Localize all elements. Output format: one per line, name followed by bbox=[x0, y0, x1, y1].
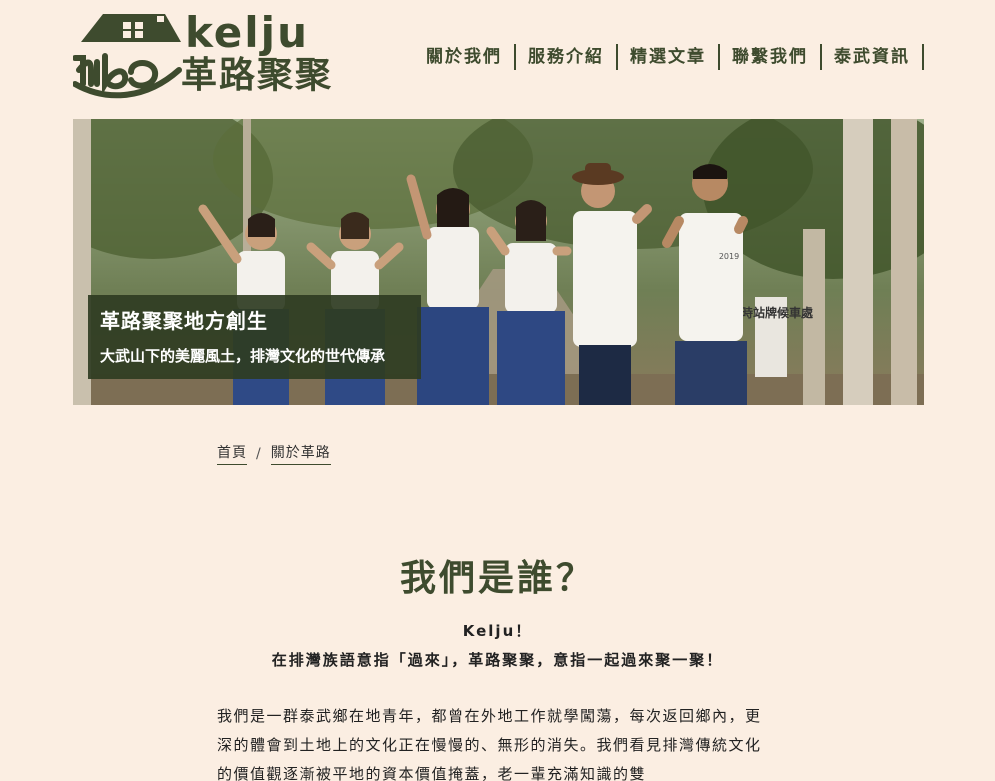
nav-item-articles[interactable]: 精選文章 bbox=[618, 44, 720, 70]
section-tagline-secondary: 在排灣族語意指「過來」，革路聚聚，意指一起過來聚一聚！ bbox=[271, 651, 724, 669]
nav-item-contact[interactable]: 聯繫我們 bbox=[720, 44, 822, 70]
breadcrumb: 首頁 / 關於革路 bbox=[217, 442, 331, 465]
site-logo[interactable]: kelju 革路聚聚 bbox=[73, 10, 333, 100]
main-nav: 關於我們 服務介紹 精選文章 聯繫我們 泰武資訊 bbox=[414, 44, 924, 70]
logo-name: 革路聚聚 bbox=[181, 55, 334, 96]
section-body-text: 我們是一群泰武鄉在地青年，都曾在外地工作就學闖蕩，每次返回鄉內，更深的體會到土地… bbox=[217, 707, 762, 781]
nav-item-taiwu-info[interactable]: 泰武資訊 bbox=[822, 44, 924, 70]
page: kelju 革路聚聚 關於我們 服務介紹 精選文章 聯繫我們 泰武資訊 臨時站牌… bbox=[0, 0, 995, 781]
hero-caption: 革路聚聚地方創生 大武山下的美麗風土，排灣文化的世代傳承 bbox=[88, 295, 421, 379]
breadcrumb-separator: / bbox=[256, 445, 262, 462]
shirt-text: 2019 bbox=[719, 252, 739, 261]
nav-item-about[interactable]: 關於我們 bbox=[414, 44, 516, 70]
breadcrumb-current-link[interactable]: 關於革路 bbox=[270, 442, 331, 465]
hero-banner: 臨時站牌候車處 2019 革路聚聚地方創生 大武山下的美麗風土，排灣文化的世代傳… bbox=[73, 119, 924, 405]
nav-item-services[interactable]: 服務介紹 bbox=[516, 44, 618, 70]
hero-title: 革路聚聚地方創生 bbox=[100, 309, 268, 333]
logo-wordmark: kelju bbox=[185, 8, 309, 57]
hero-subtitle: 大武山下的美麗風土，排灣文化的世代傳承 bbox=[100, 347, 386, 365]
breadcrumb-home-link[interactable]: 首頁 bbox=[217, 442, 247, 465]
section-tagline-primary: Kelju！ bbox=[462, 622, 533, 640]
section-title: 我們是誰？ bbox=[399, 558, 595, 599]
